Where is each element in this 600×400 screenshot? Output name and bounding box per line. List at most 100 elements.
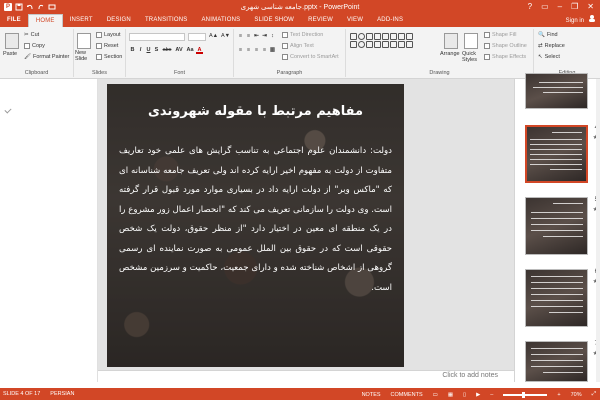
shape-hexagon-icon[interactable] (374, 41, 381, 48)
shape-star-icon[interactable] (390, 33, 397, 40)
grow-font-button[interactable]: A▲ (209, 33, 218, 39)
slide-body-text[interactable]: دولت: دانشمندان علوم اجتماعی به تناسب گر… (119, 142, 392, 298)
shadow-button[interactable]: S (153, 47, 160, 54)
tab-review[interactable]: REVIEW (301, 14, 340, 27)
thumbnails-scrollbar[interactable] (596, 79, 600, 382)
increase-indent-icon[interactable]: ⇥ (261, 33, 268, 40)
italic-button[interactable]: I (137, 47, 144, 54)
comments-toggle[interactable]: COMMENTS (391, 392, 423, 398)
bold-button[interactable]: B (129, 47, 136, 54)
shape-rect-icon[interactable] (350, 33, 357, 40)
tab-file[interactable]: FILE (0, 14, 28, 27)
minimize-button[interactable]: – (558, 3, 562, 11)
tab-slide-show[interactable]: SLIDE SHOW (247, 14, 301, 27)
shape-pentagon-icon[interactable] (366, 41, 373, 48)
shape-arrow-icon[interactable] (374, 33, 381, 40)
language-indicator[interactable]: PERSIAN (50, 391, 74, 397)
shape-brace-icon[interactable] (406, 33, 413, 40)
section-button[interactable]: Section (96, 54, 122, 60)
align-text-button[interactable]: Align Text (282, 43, 314, 49)
shape-cube-icon[interactable] (382, 41, 389, 48)
tab-transitions[interactable]: TRANSITIONS (138, 14, 195, 27)
tab-add-ins[interactable]: ADD-INS (370, 14, 410, 27)
current-slide[interactable]: مفاهیم مرتبط با مقوله شهروندی دولت: دانش… (107, 84, 404, 367)
shape-heart-icon[interactable] (398, 41, 405, 48)
thumbnail-row[interactable] (515, 73, 600, 133)
select-button[interactable]: ↖ Select (538, 54, 560, 60)
slideshow-view-icon[interactable]: ▶ (476, 392, 480, 398)
fit-slide-icon[interactable]: ⤢ (592, 391, 596, 398)
shape-fill-button[interactable]: Shape Fill (484, 32, 516, 38)
layout-button[interactable]: Layout (96, 32, 121, 38)
arrange-icon[interactable] (444, 33, 458, 49)
tab-design[interactable]: DESIGN (100, 14, 138, 27)
cut-button[interactable]: ✂ Cut (24, 32, 39, 38)
slide-sorter-icon[interactable]: ▦ (448, 392, 453, 398)
zoom-level[interactable]: 70% (571, 392, 582, 398)
shape-circle-icon[interactable] (358, 41, 365, 48)
slide-thumbnail[interactable] (525, 341, 588, 382)
quick-styles-button[interactable]: Quick Styles (462, 51, 482, 63)
slide-thumbnail-selected[interactable] (525, 125, 588, 183)
sign-in-link[interactable]: Sign in (566, 14, 596, 28)
text-direction-button[interactable]: Text Direction (282, 32, 323, 38)
columns-icon[interactable]: ▥ (269, 47, 276, 54)
new-slide-icon[interactable] (77, 33, 91, 49)
tab-insert[interactable]: INSERT (63, 14, 100, 27)
thumbnail-row[interactable]: 5 ★ (515, 197, 600, 257)
zoom-slider-knob[interactable] (521, 391, 525, 398)
shape-cylinder-icon[interactable] (390, 41, 397, 48)
font-size-dropdown[interactable] (188, 33, 206, 41)
ribbon-display-button[interactable]: ▭ (541, 3, 549, 11)
strikethrough-button[interactable]: abc (161, 47, 173, 54)
thumbnail-row[interactable]: 4 ★ (515, 125, 600, 185)
align-left-icon[interactable]: ≡ (237, 47, 244, 54)
change-case-button[interactable]: Aa (185, 47, 195, 54)
replace-button[interactable]: ⇄ Replace (538, 43, 565, 49)
format-painter-button[interactable]: 🖌 Format Painter (24, 54, 69, 60)
normal-view-icon[interactable]: ▭ (433, 392, 438, 398)
slide-thumbnail[interactable] (525, 197, 588, 255)
close-button[interactable]: ✕ (587, 3, 594, 11)
quick-styles-icon[interactable] (464, 33, 478, 49)
tab-animations[interactable]: ANIMATIONS (194, 14, 247, 27)
tab-home[interactable]: HOME (27, 14, 63, 27)
collapse-arrow-icon[interactable] (4, 106, 12, 114)
shape-outline-button[interactable]: Shape Outline (484, 43, 527, 49)
character-spacing-button[interactable]: AV (174, 47, 184, 54)
notes-pane[interactable]: Click to add notes (98, 370, 514, 382)
help-button[interactable]: ? (528, 3, 532, 11)
new-slide-button[interactable]: New Slide (75, 50, 95, 62)
zoom-slider[interactable] (503, 391, 548, 398)
align-center-icon[interactable]: ≡ (245, 47, 252, 54)
shape-more-icon[interactable] (406, 41, 413, 48)
slide-title[interactable]: مفاهیم مرتبط با مقوله شهروندی (107, 104, 404, 119)
font-color-button[interactable]: A (196, 47, 203, 54)
zoom-in-button[interactable]: + (557, 392, 560, 398)
paste-icon[interactable] (5, 33, 19, 49)
reset-button[interactable]: Reset (96, 43, 118, 49)
bullets-icon[interactable]: ≡ (237, 33, 244, 40)
notes-toggle[interactable]: NOTES (362, 392, 381, 398)
tab-view[interactable]: VIEW (340, 14, 370, 27)
convert-smartart-button[interactable]: Convert to SmartArt (282, 54, 339, 60)
shape-line-icon[interactable] (366, 33, 373, 40)
find-button[interactable]: 🔍 Find (538, 32, 558, 38)
slide-thumbnail[interactable] (525, 269, 588, 327)
shape-effects-button[interactable]: Shape Effects (484, 54, 526, 60)
shape-rect2-icon[interactable] (350, 41, 357, 48)
copy-button[interactable]: Copy (24, 43, 45, 49)
font-name-dropdown[interactable] (129, 33, 185, 41)
shape-oval-icon[interactable] (358, 33, 365, 40)
shapes-gallery[interactable] (350, 33, 413, 48)
arrange-button[interactable]: Arrange (440, 51, 460, 57)
zoom-out-button[interactable]: – (490, 392, 493, 398)
line-spacing-icon[interactable]: ↕ (269, 33, 276, 40)
paste-button[interactable]: Paste (3, 51, 17, 57)
shape-callout-icon[interactable] (398, 33, 405, 40)
align-right-icon[interactable]: ≡ (253, 47, 260, 54)
restore-button[interactable]: ❐ (571, 3, 578, 11)
underline-button[interactable]: U (145, 47, 152, 54)
shrink-font-button[interactable]: A▼ (221, 33, 230, 39)
shape-triangle-icon[interactable] (382, 33, 389, 40)
